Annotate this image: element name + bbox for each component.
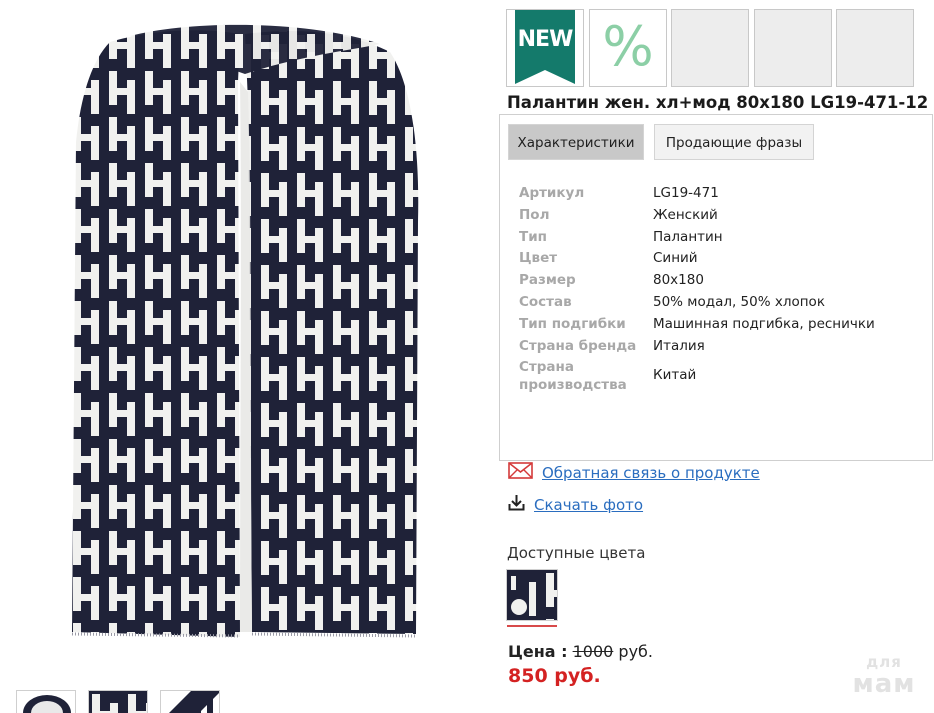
spec-row: Цвет Синий bbox=[519, 248, 919, 270]
current-price: 850 руб. bbox=[508, 665, 601, 687]
spec-row: Тип Палантин bbox=[519, 227, 919, 249]
scarf-pattern-image bbox=[71, 24, 419, 638]
thumbnail-strip bbox=[16, 690, 226, 713]
specs-table: Артикул LG19-471 Пол Женский Тип Паланти… bbox=[519, 183, 919, 394]
thumbnail-image-icon bbox=[89, 691, 147, 713]
spec-row: Страна бренда Италия bbox=[519, 336, 919, 358]
spec-row: Тип подгибки Машинная подгибка, реснички bbox=[519, 314, 919, 336]
spec-value: LG19-471 bbox=[653, 185, 719, 201]
spec-key: Цвет bbox=[519, 250, 558, 267]
thumbnail-image-icon bbox=[169, 691, 219, 713]
spec-key: Страна бренда bbox=[519, 337, 637, 354]
spec-key: Тип bbox=[519, 228, 547, 245]
sale-badge: % bbox=[589, 9, 667, 87]
empty-badge-slot bbox=[671, 9, 749, 87]
thumbnail-1[interactable] bbox=[16, 690, 76, 713]
old-price: 1000 bbox=[572, 642, 614, 661]
watermark-line2: мам bbox=[852, 669, 916, 699]
spec-key: Артикул bbox=[519, 185, 585, 201]
feedback-link[interactable]: Обратная связь о продукте bbox=[542, 464, 760, 482]
selected-swatch-indicator bbox=[507, 625, 557, 627]
product-main-image[interactable] bbox=[70, 22, 425, 642]
thumbnail-3[interactable] bbox=[160, 690, 220, 713]
download-link-row: Скачать фото bbox=[508, 494, 643, 515]
thumbnail-image-icon bbox=[23, 695, 71, 713]
spec-value: Синий bbox=[653, 250, 698, 267]
spec-key: Размер bbox=[519, 272, 576, 289]
spec-value: 50% модал, 50% хлопок bbox=[653, 293, 825, 310]
spec-value: Палантин bbox=[653, 228, 723, 245]
tab-characteristics[interactable]: Характеристики bbox=[508, 124, 644, 160]
old-price-currency: руб. bbox=[618, 642, 653, 661]
color-swatch[interactable] bbox=[506, 569, 558, 621]
feedback-link-row: Обратная связь о продукте bbox=[508, 462, 760, 483]
empty-badge-slot bbox=[754, 9, 832, 87]
thumbnail-2[interactable] bbox=[88, 690, 148, 713]
sale-badge-label: % bbox=[602, 15, 654, 78]
new-badge-label: NEW bbox=[517, 27, 574, 52]
product-info-panel: Характеристики Продающие фразы Артикул L… bbox=[499, 114, 933, 461]
spec-key: Состав bbox=[519, 293, 572, 310]
price-label: Цена : bbox=[508, 642, 568, 661]
new-badge: NEW bbox=[506, 9, 584, 87]
color-swatch-image bbox=[507, 570, 557, 620]
spec-value: 80х180 bbox=[653, 272, 704, 289]
spec-row: Артикул LG19-471 bbox=[519, 183, 919, 205]
spec-row: Состав 50% модал, 50% хлопок bbox=[519, 292, 919, 314]
price-line: Цена : 1000 руб. bbox=[508, 642, 653, 661]
download-icon bbox=[508, 494, 525, 515]
empty-badge-slot bbox=[836, 9, 914, 87]
envelope-icon bbox=[508, 462, 533, 483]
spec-value: Италия bbox=[653, 337, 705, 354]
spec-row: Пол Женский bbox=[519, 205, 919, 227]
tab-selling-phrases[interactable]: Продающие фразы bbox=[654, 124, 814, 160]
product-title: Палантин жен. хл+мод 80х180 LG19-471-12 bbox=[507, 93, 929, 112]
available-colors-label: Доступные цвета bbox=[507, 544, 646, 562]
spec-key: Пол bbox=[519, 206, 550, 223]
download-photo-link[interactable]: Скачать фото bbox=[534, 496, 643, 514]
spec-value: Машинная подгибка, реснички bbox=[653, 315, 875, 332]
spec-row: Страна производства Китай bbox=[519, 358, 919, 394]
watermark-line1: для bbox=[866, 653, 902, 671]
spec-value: Китай bbox=[653, 367, 697, 384]
watermark-logo: для мам bbox=[842, 653, 926, 699]
spec-key: Страна производства bbox=[519, 359, 627, 394]
spec-row: Размер 80х180 bbox=[519, 270, 919, 292]
spec-key: Тип подгибки bbox=[519, 315, 626, 332]
spec-value: Женский bbox=[653, 206, 718, 223]
